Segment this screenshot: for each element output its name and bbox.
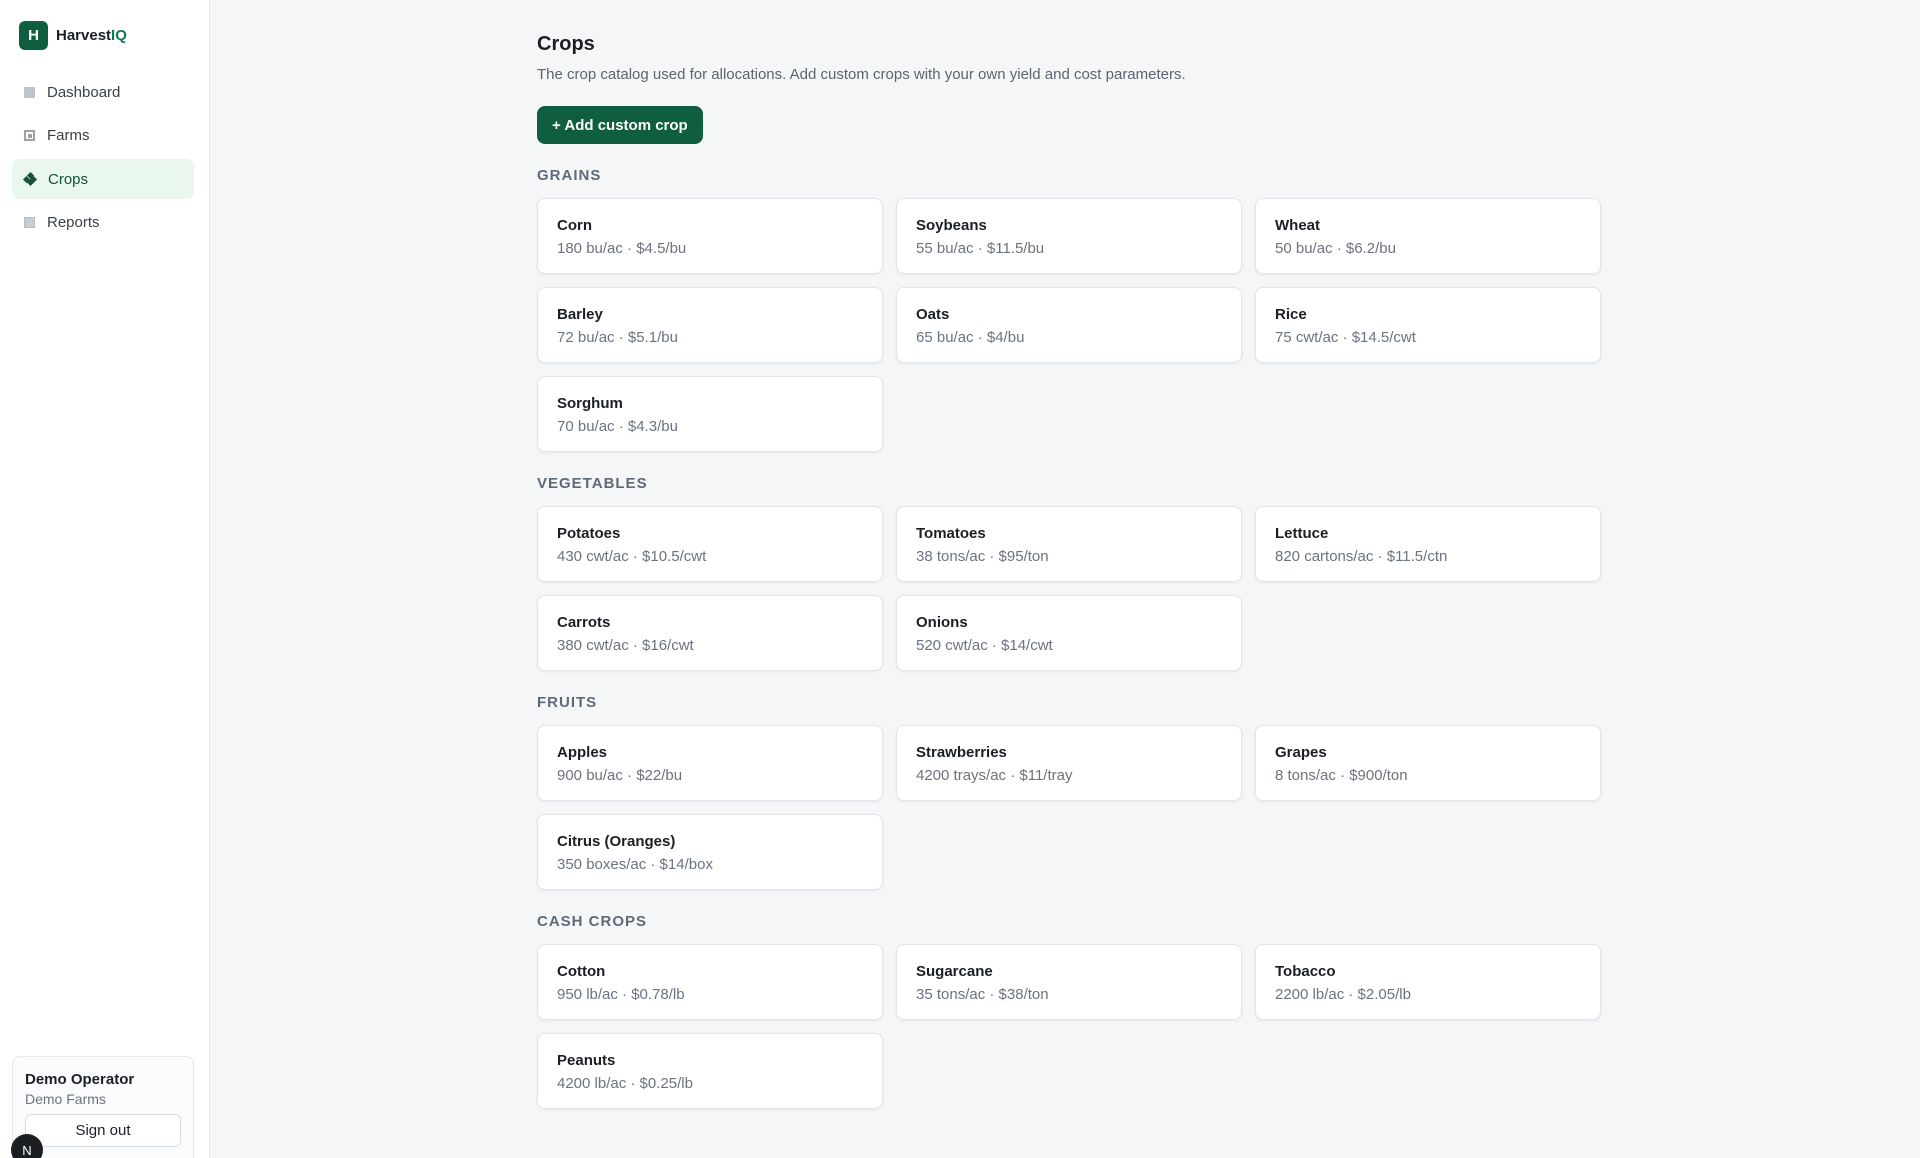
user-name: Demo Operator bbox=[25, 1071, 135, 1088]
add-custom-crop-button[interactable]: + Add custom crop bbox=[537, 106, 703, 144]
crop-meta: 2200 lb/ac · $2.05/lb bbox=[1275, 986, 1411, 1003]
sidebar-item-label: Dashboard bbox=[47, 83, 121, 101]
crop-meta: 4200 lb/ac · $0.25/lb bbox=[557, 1075, 693, 1092]
section-title: CASH CROPS bbox=[537, 913, 648, 930]
crop-card[interactable]: Tobacco 2200 lb/ac · $2.05/lb bbox=[1255, 944, 1601, 1020]
crop-meta: 8 tons/ac · $900/ton bbox=[1275, 767, 1408, 784]
crop-name: Citrus (Oranges) bbox=[557, 833, 676, 850]
main-content: Crops The crop catalog used for allocati… bbox=[537, 32, 1607, 1109]
crop-meta: 820 cartons/ac · $11.5/ctn bbox=[1275, 548, 1448, 565]
crop-name: Soybeans bbox=[916, 217, 987, 234]
crop-meta: 55 bu/ac · $11.5/bu bbox=[916, 240, 1045, 257]
sidebar-item-reports[interactable]: Reports bbox=[12, 203, 194, 243]
crop-name: Tobacco bbox=[1275, 963, 1336, 980]
crop-meta: 350 boxes/ac · $14/box bbox=[557, 856, 713, 873]
avatar-badge[interactable]: N bbox=[11, 1134, 43, 1158]
crop-card[interactable]: Onions 520 cwt/ac · $14/cwt bbox=[896, 595, 1242, 671]
crop-name: Grapes bbox=[1275, 744, 1327, 761]
crop-meta: 430 cwt/ac · $10.5/cwt bbox=[557, 548, 707, 565]
sign-out-button[interactable]: Sign out bbox=[25, 1114, 181, 1147]
crop-name: Sorghum bbox=[557, 395, 623, 412]
brand-name-suffix: IQ bbox=[111, 27, 127, 44]
crop-section-grains: GRAINS Corn 180 bu/ac · $4.5/bu Soybeans 5… bbox=[537, 167, 1607, 452]
crop-card[interactable]: Cotton 950 lb/ac · $0.78/lb bbox=[537, 944, 883, 1020]
crop-name: Sugarcane bbox=[916, 963, 993, 980]
brand-name-prefix: Harvest bbox=[56, 27, 112, 44]
crop-grid: Apples 900 bu/ac · $22/bu Strawberries 420… bbox=[537, 725, 1607, 890]
brand[interactable]: H HarvestIQ bbox=[19, 21, 127, 50]
crop-grid: Cotton 950 lb/ac · $0.78/lb Sugarcane 35 t… bbox=[537, 944, 1607, 1109]
section-title: VEGETABLES bbox=[537, 475, 648, 492]
crop-name: Corn bbox=[557, 217, 592, 234]
sidebar-item-farms[interactable]: Farms bbox=[12, 116, 194, 156]
sidebar-item-dashboard[interactable]: Dashboard bbox=[12, 72, 194, 112]
crop-meta: 35 tons/ac · $38/ton bbox=[916, 986, 1049, 1003]
sidebar-item-label: Farms bbox=[47, 127, 90, 144]
crop-card[interactable]: Tomatoes 38 tons/ac · $95/ton bbox=[896, 506, 1242, 582]
crop-icon bbox=[22, 171, 38, 187]
brand-logo: H bbox=[19, 21, 48, 50]
crop-name: Onions bbox=[916, 614, 968, 631]
crop-meta: 520 cwt/ac · $14/cwt bbox=[916, 637, 1053, 654]
crop-meta: 180 bu/ac · $4.5/bu bbox=[557, 240, 687, 257]
crop-name: Rice bbox=[1275, 306, 1307, 323]
crop-card[interactable]: Peanuts 4200 lb/ac · $0.25/lb bbox=[537, 1033, 883, 1109]
crop-name: Lettuce bbox=[1275, 525, 1329, 542]
sidebar-nav: Dashboard Farms Crops Reports bbox=[12, 72, 194, 246]
crop-meta: 38 tons/ac · $95/ton bbox=[916, 548, 1049, 565]
crop-card[interactable]: Apples 900 bu/ac · $22/bu bbox=[537, 725, 883, 801]
user-org: Demo Farms bbox=[25, 1091, 106, 1107]
crop-meta: 75 cwt/ac · $14.5/cwt bbox=[1275, 329, 1416, 346]
dashboard-icon bbox=[24, 86, 35, 98]
crop-name: Cotton bbox=[557, 963, 606, 980]
crop-section-fruits: FRUITS Apples 900 bu/ac · $22/bu Strawber… bbox=[537, 694, 1607, 890]
page-description: The crop catalog used for allocations. A… bbox=[537, 66, 1186, 83]
crop-card[interactable]: Oats 65 bu/ac · $4/bu bbox=[896, 287, 1242, 363]
section-title: GRAINS bbox=[537, 167, 602, 184]
crop-name: Wheat bbox=[1275, 217, 1320, 234]
sidebar: H HarvestIQ Dashboard Farms Crops Report… bbox=[0, 0, 210, 1158]
crop-card[interactable]: Citrus (Oranges) 350 boxes/ac · $14/box bbox=[537, 814, 883, 890]
crop-name: Barley bbox=[557, 306, 603, 323]
crop-meta: 380 cwt/ac · $16/cwt bbox=[557, 637, 694, 654]
section-title: FRUITS bbox=[537, 694, 598, 711]
crop-card[interactable]: Carrots 380 cwt/ac · $16/cwt bbox=[537, 595, 883, 671]
crop-meta: 70 bu/ac · $4.3/bu bbox=[557, 418, 678, 435]
crop-section-cash-crops: CASH CROPS Cotton 950 lb/ac · $0.78/lb Su… bbox=[537, 913, 1607, 1109]
farm-icon bbox=[24, 130, 35, 141]
crop-grid: Corn 180 bu/ac · $4.5/bu Soybeans 55 bu/ac… bbox=[537, 198, 1607, 452]
crop-name: Strawberries bbox=[916, 744, 1007, 761]
crop-name: Potatoes bbox=[557, 525, 621, 542]
crop-card[interactable]: Wheat 50 bu/ac · $6.2/bu bbox=[1255, 198, 1601, 274]
page-title: Crops bbox=[537, 33, 595, 55]
crop-card[interactable]: Potatoes 430 cwt/ac · $10.5/cwt bbox=[537, 506, 883, 582]
crop-name: Carrots bbox=[557, 614, 611, 631]
crop-card[interactable]: Lettuce 820 cartons/ac · $11.5/ctn bbox=[1255, 506, 1601, 582]
sidebar-item-crops[interactable]: Crops bbox=[12, 159, 194, 199]
crop-meta: 65 bu/ac · $4/bu bbox=[916, 329, 1025, 346]
crop-card[interactable]: Grapes 8 tons/ac · $900/ton bbox=[1255, 725, 1601, 801]
crop-meta: 950 lb/ac · $0.78/lb bbox=[557, 986, 685, 1003]
sidebar-item-label: Crops bbox=[48, 170, 89, 188]
crop-name: Peanuts bbox=[557, 1052, 616, 1069]
crop-name: Oats bbox=[916, 306, 950, 323]
crop-card[interactable]: Soybeans 55 bu/ac · $11.5/bu bbox=[896, 198, 1242, 274]
crop-name: Tomatoes bbox=[916, 525, 986, 542]
crop-card[interactable]: Strawberries 4200 trays/ac · $11/tray bbox=[896, 725, 1242, 801]
crop-meta: 900 bu/ac · $22/bu bbox=[557, 767, 683, 784]
crop-meta: 72 bu/ac · $5.1/bu bbox=[557, 329, 678, 346]
crop-meta: 4200 trays/ac · $11/tray bbox=[916, 767, 1073, 784]
sidebar-item-label: Reports bbox=[47, 214, 100, 231]
crop-card[interactable]: Sugarcane 35 tons/ac · $38/ton bbox=[896, 944, 1242, 1020]
crop-name: Apples bbox=[557, 744, 608, 761]
crop-card[interactable]: Sorghum 70 bu/ac · $4.3/bu bbox=[537, 376, 883, 452]
crop-card[interactable]: Rice 75 cwt/ac · $14.5/cwt bbox=[1255, 287, 1601, 363]
brand-name: HarvestIQ bbox=[56, 27, 127, 44]
crop-grid: Potatoes 430 cwt/ac · $10.5/cwt Tomatoes 3… bbox=[537, 506, 1607, 671]
crop-card[interactable]: Corn 180 bu/ac · $4.5/bu bbox=[537, 198, 883, 274]
crop-meta: 50 bu/ac · $6.2/bu bbox=[1275, 240, 1396, 257]
crop-section-vegetables: VEGETABLES Potatoes 430 cwt/ac · $10.5/cw… bbox=[537, 475, 1607, 671]
crop-card[interactable]: Barley 72 bu/ac · $5.1/bu bbox=[537, 287, 883, 363]
report-icon bbox=[24, 217, 35, 228]
